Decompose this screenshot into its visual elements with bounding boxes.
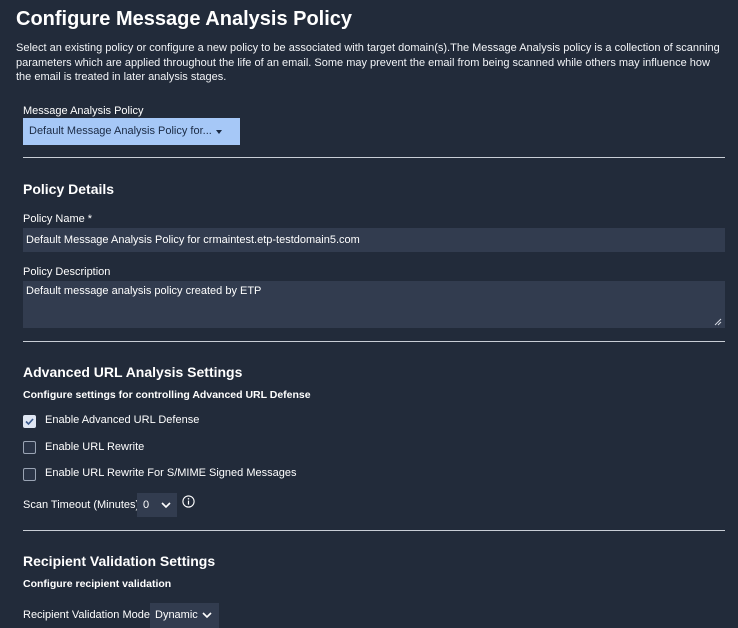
policy-description-input[interactable]: Default message analysis policy created … — [23, 281, 725, 328]
recipient-validation-subheading: Configure recipient validation — [23, 578, 172, 590]
caret-down-icon — [216, 130, 222, 134]
advanced-url-defense-checkbox[interactable] — [23, 415, 36, 428]
url-rewrite-label: Enable URL Rewrite — [45, 441, 145, 453]
page-title: Configure Message Analysis Policy — [16, 8, 353, 30]
scan-timeout-select[interactable]: 0 — [137, 493, 177, 517]
url-rewrite-smime-label: Enable URL Rewrite For S/MIME Signed Mes… — [45, 467, 297, 479]
recipient-validation-mode-select[interactable]: Dynamic — [150, 603, 219, 628]
resize-handle-icon[interactable] — [714, 318, 722, 326]
policy-select-label: Message Analysis Policy — [23, 105, 144, 117]
policy-details-heading: Policy Details — [23, 181, 115, 197]
scan-timeout-label: Scan Timeout (Minutes) — [23, 499, 140, 511]
policy-name-label: Policy Name * — [23, 213, 93, 225]
policy-description-label: Policy Description — [23, 266, 111, 278]
policy-select[interactable]: Default Message Analysis Policy for... — [23, 118, 240, 145]
check-icon — [25, 418, 34, 426]
chevron-down-icon — [161, 502, 171, 509]
chevron-down-icon — [202, 612, 212, 619]
policy-name-input[interactable]: Default Message Analysis Policy for crma… — [23, 228, 725, 252]
divider — [23, 157, 725, 158]
info-icon[interactable] — [182, 495, 195, 508]
divider — [23, 341, 725, 342]
scan-timeout-value: 0 — [143, 499, 150, 511]
page-description: Select an existing policy or configure a… — [16, 42, 720, 83]
recipient-validation-mode-label: Recipient Validation Mode — [23, 609, 150, 621]
recipient-validation-heading: Recipient Validation Settings — [23, 553, 216, 569]
policy-description-value: Default message analysis policy created … — [26, 285, 262, 297]
url-rewrite-smime-checkbox[interactable] — [23, 468, 36, 481]
policy-select-value: Default Message Analysis Policy for... — [29, 125, 212, 137]
recipient-validation-mode-value: Dynamic — [155, 609, 198, 621]
advanced-url-defense-label: Enable Advanced URL Defense — [45, 414, 200, 426]
url-analysis-heading: Advanced URL Analysis Settings — [23, 364, 243, 380]
divider — [23, 530, 725, 531]
url-analysis-subheading: Configure settings for controlling Advan… — [23, 389, 311, 401]
url-rewrite-checkbox[interactable] — [23, 441, 36, 454]
